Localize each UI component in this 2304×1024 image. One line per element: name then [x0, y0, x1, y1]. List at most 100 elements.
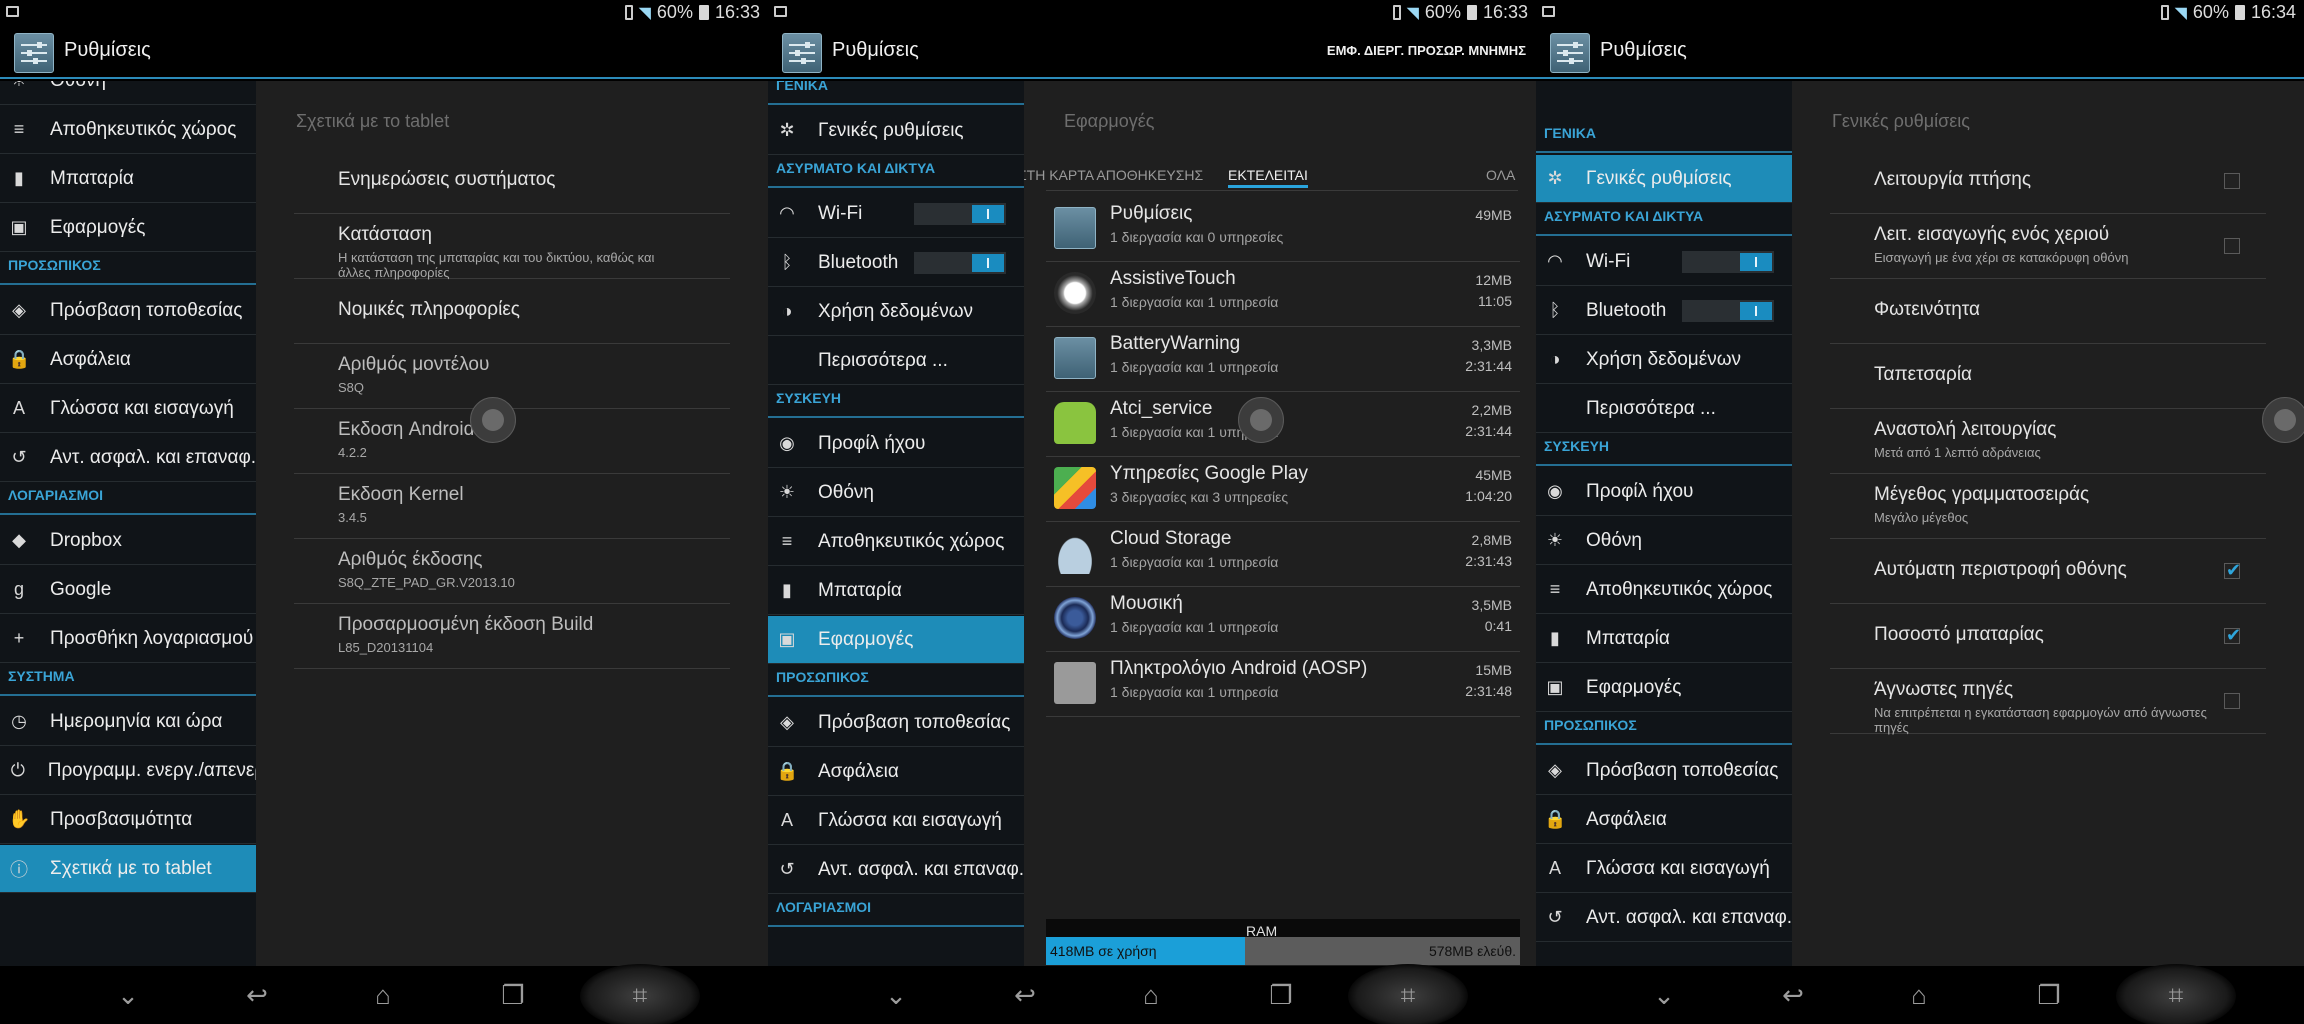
- checkbox[interactable]: [2224, 692, 2240, 709]
- hide-keyboard-icon[interactable]: ⌄: [1639, 980, 1689, 1010]
- sidebar-item[interactable]: ⓘ Σχετικά με το tablet: [0, 845, 256, 893]
- toggle-switch[interactable]: [1682, 251, 1774, 273]
- back-icon[interactable]: ↩: [1768, 980, 1818, 1010]
- sidebar-item[interactable]: ≡ Αποθηκευτικός χώρος: [0, 106, 256, 154]
- sidebar-item[interactable]: 🔒 Ασφάλεια: [1536, 796, 1792, 844]
- preference-item[interactable]: Ταπετσαρία: [1830, 344, 2266, 409]
- sidebar-item[interactable]: ◈ Πρόσβαση τοποθεσίας: [0, 287, 256, 335]
- preference-item[interactable]: Ενημερώσεις συστήματος: [294, 149, 730, 214]
- sidebar-item[interactable]: ◑ Χρήση δεδομένων: [768, 288, 1024, 336]
- sidebar-item[interactable]: ᛒ Bluetooth: [1536, 287, 1792, 335]
- screenshot-icon[interactable]: ⌗: [1383, 980, 1433, 1010]
- sidebar-item[interactable]: Περισσότερα ...: [1536, 385, 1792, 433]
- sidebar-item[interactable]: ◆ Dropbox: [0, 517, 256, 565]
- sidebar-item[interactable]: ◈ Πρόσβαση τοποθεσίας: [1536, 747, 1792, 795]
- toggle-switch[interactable]: [1682, 300, 1774, 322]
- preference-item[interactable]: Λειτ. εισαγωγής ενός χεριού Εισαγωγή με έ…: [1830, 214, 2266, 279]
- sidebar-item[interactable]: ◠ Wi-Fi: [768, 190, 1024, 238]
- sidebar-item[interactable]: ◉ Προφίλ ήχου: [768, 420, 1024, 468]
- sidebar-item[interactable]: ▮ Μπαταρία: [1536, 615, 1792, 663]
- sidebar-item[interactable]: g Google: [0, 566, 256, 614]
- preference-item[interactable]: Κατάσταση Η κατάσταση της μπαταρίας και τ…: [294, 214, 730, 280]
- settings-sidebar[interactable]: ΓΕΝΙΚΑ ✲ Γενικές ρυθμίσεις ΑΣΥΡΜΑΤΟ ΚΑΙ ΔΙΚ…: [768, 81, 1024, 966]
- sidebar-item[interactable]: ◑ Χρήση δεδομένων: [1536, 336, 1792, 384]
- running-app-row[interactable]: Cloud Storage 1 διεργασία και 1 υπηρεσία 2…: [1046, 522, 1520, 587]
- drag-handle[interactable]: [2262, 397, 2304, 443]
- tab-running[interactable]: ΕΚΤΕΛΕΙΤΑΙ: [1228, 167, 1308, 188]
- sidebar-item[interactable]: ▣ Εφαρμογές: [1536, 664, 1792, 712]
- sidebar-item[interactable]: ✋ Προσβασιμότητα: [0, 796, 256, 844]
- sidebar-item[interactable]: ✲ Γενικές ρυθμίσεις: [768, 107, 1024, 155]
- sidebar-item[interactable]: Περισσότερα ...: [768, 337, 1024, 385]
- sidebar-item[interactable]: A Γλώσσα και εισαγωγή: [768, 797, 1024, 845]
- sidebar-item[interactable]: ↺ Αντ. ασφαλ. και επαναφ.: [0, 434, 256, 482]
- preference-item[interactable]: Αναστολή λειτουργίας Μετά από 1 λεπτό αδρ…: [1830, 409, 2266, 474]
- sidebar-item[interactable]: ◷ Ημερομηνία και ώρα: [0, 698, 256, 746]
- preference-item[interactable]: Λειτουργία πτήσης: [1830, 149, 2266, 214]
- toggle-switch[interactable]: [914, 203, 1006, 225]
- sidebar-item[interactable]: ▣ Εφαρμογές: [0, 204, 256, 252]
- preference-item[interactable]: Εκδοση Kernel 3.4.5: [294, 474, 730, 539]
- sidebar-item[interactable]: 🔒 Ασφάλεια: [0, 336, 256, 384]
- app-title[interactable]: Ρυθμίσεις: [64, 39, 151, 62]
- checkbox[interactable]: [2224, 172, 2240, 189]
- running-app-row[interactable]: Μουσική 1 διεργασία και 1 υπηρεσία 3,5MB 0:…: [1046, 587, 1520, 652]
- sidebar-item[interactable]: ≡ Αποθηκευτικός χώρος: [1536, 566, 1792, 614]
- settings-app-icon[interactable]: [14, 33, 54, 73]
- sidebar-item[interactable]: ▮ Μπαταρία: [0, 155, 256, 203]
- sidebar-item[interactable]: ▮ Μπαταρία: [768, 567, 1024, 615]
- preference-item[interactable]: Νομικές πληροφορίες: [294, 279, 730, 344]
- settings-app-icon[interactable]: [782, 33, 822, 73]
- hide-keyboard-icon[interactable]: ⌄: [103, 980, 153, 1010]
- recent-apps-icon[interactable]: ❐: [1256, 980, 1306, 1010]
- home-icon[interactable]: ⌂: [358, 980, 408, 1010]
- preference-item[interactable]: Ποσοστό μπαταρίας: [1830, 604, 2266, 669]
- sidebar-item[interactable]: ≡ Αποθηκευτικός χώρος: [768, 518, 1024, 566]
- sidebar-item[interactable]: A Γλώσσα και εισαγωγή: [1536, 845, 1792, 893]
- recent-apps-icon[interactable]: ❐: [488, 980, 538, 1010]
- sidebar-item[interactable]: ▣ Εφαρμογές: [768, 616, 1024, 664]
- sidebar-item[interactable]: ᛒ Bluetooth: [768, 239, 1024, 287]
- settings-sidebar[interactable]: ΓΕΝΙΚΑ ✲ Γενικές ρυθμίσεις ΑΣΥΡΜΑΤΟ ΚΑΙ ΔΙΚ…: [1536, 81, 1792, 966]
- running-app-row[interactable]: Πληκτρολόγιο Android (AOSP) 1 διεργασία κ…: [1046, 652, 1520, 717]
- screenshot-icon[interactable]: ⌗: [2151, 980, 2201, 1010]
- sidebar-item[interactable]: ◈ Πρόσβαση τοποθεσίας: [768, 699, 1024, 747]
- running-app-row[interactable]: BatteryWarning 1 διεργασία και 1 υπηρεσία…: [1046, 327, 1520, 392]
- sidebar-item[interactable]: A Γλώσσα και εισαγωγή: [0, 385, 256, 433]
- back-icon[interactable]: ↩: [232, 980, 282, 1010]
- sidebar-item[interactable]: 🔒 Ασφάλεια: [768, 748, 1024, 796]
- checkbox[interactable]: [2224, 560, 2241, 581]
- running-app-row[interactable]: Υπηρεσίες Google Play 3 διεργασίες και 3 …: [1046, 457, 1520, 522]
- toggle-switch[interactable]: [914, 252, 1006, 274]
- sidebar-item[interactable]: ◉ Προφίλ ήχου: [1536, 468, 1792, 516]
- preference-item[interactable]: Προσαρμοσμένη έκδοση Build L85_D20131104: [294, 604, 730, 669]
- sidebar-item[interactable]: ↺ Αντ. ασφαλ. και επαναφ.: [1536, 894, 1792, 942]
- tab-sd-card[interactable]: ΣΤΗ ΚΑΡΤΑ ΑΠΟΘΗΚΕΥΣΗΣ: [1024, 167, 1203, 183]
- home-icon[interactable]: ⌂: [1126, 980, 1176, 1010]
- settings-sidebar[interactable]: ☀ Οθόνη ≡ Αποθηκευτικός χώρος ▮ Μπαταρία ▣ Εφαρ…: [0, 81, 256, 966]
- sidebar-item[interactable]: ✲ Γενικές ρυθμίσεις: [1536, 155, 1792, 203]
- sidebar-item[interactable]: ↺ Αντ. ασφαλ. και επαναφ.: [768, 846, 1024, 894]
- hide-keyboard-icon[interactable]: ⌄: [871, 980, 921, 1010]
- preference-item[interactable]: Αριθμός μοντέλου S8Q: [294, 344, 730, 409]
- tab-all[interactable]: ΟΛΑ: [1486, 167, 1515, 183]
- back-icon[interactable]: ↩: [1000, 980, 1050, 1010]
- recent-apps-icon[interactable]: ❐: [2024, 980, 2074, 1010]
- preference-item[interactable]: Μέγεθος γραμματοσειράς Μεγάλο μέγεθος: [1830, 474, 2266, 539]
- preference-item[interactable]: Άγνωστες πηγές Να επιτρέπεται η εγκατάστα…: [1830, 669, 2266, 735]
- preference-item[interactable]: Φωτεινότητα: [1830, 279, 2266, 344]
- settings-app-icon[interactable]: [1550, 33, 1590, 73]
- drag-handle[interactable]: [1238, 397, 1284, 443]
- sidebar-item[interactable]: ◠ Wi-Fi: [1536, 238, 1792, 286]
- home-icon[interactable]: ⌂: [1894, 980, 1944, 1010]
- running-app-row[interactable]: Ρυθμίσεις 1 διεργασία και 0 υπηρεσίες 49MB: [1046, 197, 1520, 262]
- app-title[interactable]: Ρυθμίσεις: [832, 39, 919, 62]
- sidebar-item[interactable]: ☀ Οθόνη: [1536, 517, 1792, 565]
- screenshot-icon[interactable]: ⌗: [615, 980, 665, 1010]
- preference-item[interactable]: Αυτόματη περιστροφή οθόνης: [1830, 539, 2266, 604]
- checkbox[interactable]: [2224, 237, 2240, 254]
- sidebar-item[interactable]: ☀ Οθόνη: [768, 469, 1024, 517]
- app-title[interactable]: Ρυθμίσεις: [1600, 39, 1687, 62]
- drag-handle[interactable]: [470, 397, 516, 443]
- checkbox[interactable]: [2224, 625, 2241, 646]
